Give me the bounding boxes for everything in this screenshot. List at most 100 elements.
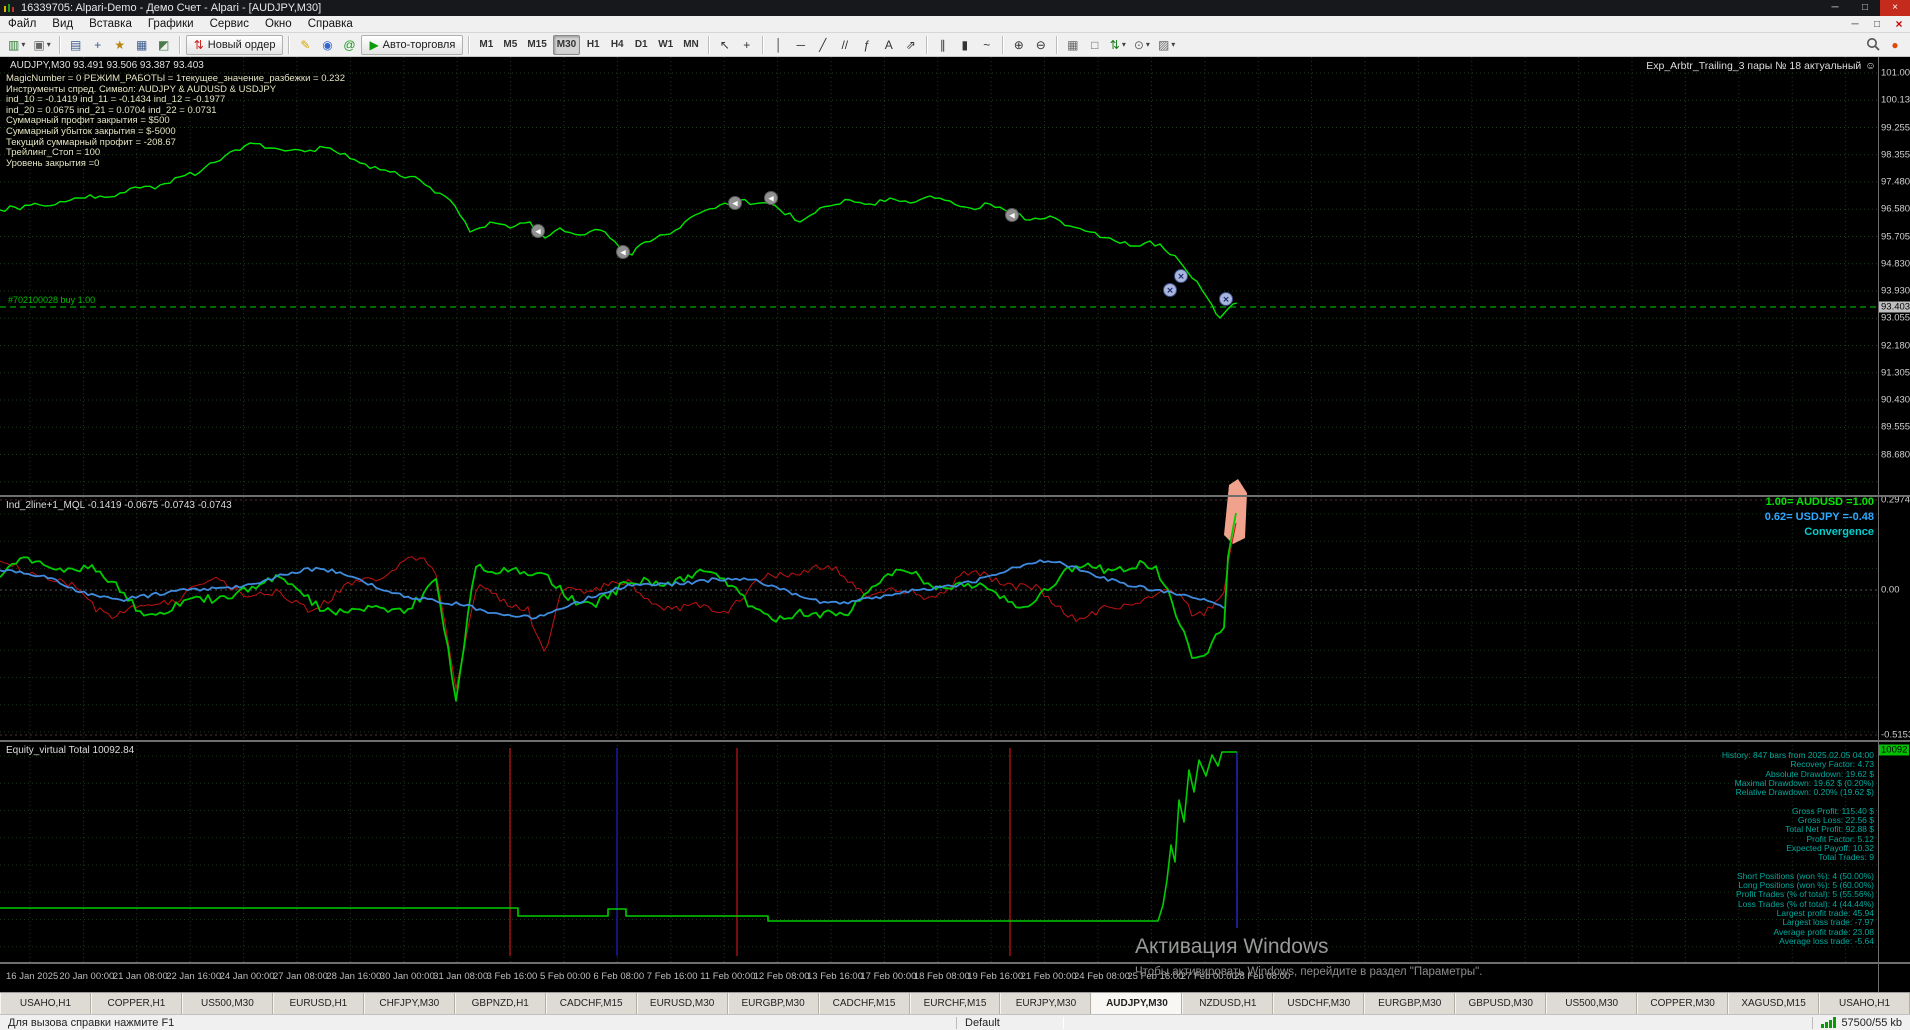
new-chart-button[interactable]: ▥ ▾ [5,35,28,55]
vertical-line-button[interactable]: │ [769,35,789,55]
price-scale[interactable]: 93.403 0.2974 0.00 -0.5153 10092 101.001… [1879,57,1910,992]
new-order-button[interactable]: ⇅ Новый ордер [185,34,284,55]
chart-tab-chfjpy-m30[interactable]: CHFJPY,M30 [363,993,455,1014]
chart-tab-usdchf-m30[interactable]: USDCHF,M30 [1273,993,1365,1014]
chart-tab-eurgbp-m30[interactable]: EURGBP,M30 [1364,993,1456,1014]
chart-restore-button[interactable]: □ [1866,19,1888,30]
periods-list-button[interactable]: ⊙ ▾ [1131,35,1153,55]
timeframe-d1-button[interactable]: D1 [630,35,652,55]
mql5-community-button[interactable]: ◉ [317,35,337,55]
navigator-button[interactable]: ★ [110,35,130,55]
chart-tab-usaho-h1[interactable]: USAHO,H1 [0,993,91,1014]
arrow-objects-button[interactable]: ⇗ [901,35,921,55]
price-scale-label: 93.930 [1881,285,1910,297]
chart-tab-cadchf-m15[interactable]: CADCHF,M15 [545,993,637,1014]
timeframe-m15-button[interactable]: M15 [523,35,550,55]
candlestick-mode-icon: ▮ [961,37,969,52]
chart-canvas[interactable]: ◀◀◀◀◀××× [0,57,1910,992]
status-profile[interactable]: Default [956,1016,1064,1029]
strategy-tester-button[interactable]: ◩ [154,35,174,55]
data-window-button[interactable]: + [88,35,108,55]
price-scale-label: 88.680 [1881,449,1910,460]
horizontal-line-button[interactable]: ─ [791,35,811,55]
timeframe-h1-button[interactable]: H1 [582,35,604,55]
menu-вид[interactable]: Вид [44,17,81,31]
chart-tab-copper-m30[interactable]: COPPER,M30 [1637,993,1729,1014]
chart-tab-eurusd-h1[interactable]: EURUSD,H1 [272,993,364,1014]
templates-dropdown-icon: ▾ [1171,40,1176,49]
crosshair-button[interactable]: + [737,35,757,55]
search-button[interactable] [1863,35,1883,55]
chart-tab-cadchf-m15[interactable]: CADCHF,M15 [818,993,910,1014]
chart-tab-gbpnzd-h1[interactable]: GBPNZD,H1 [454,993,546,1014]
maximize-button[interactable]: □ [1850,0,1880,16]
timeframe-w1-label: W1 [658,39,674,50]
timeframe-h4-button[interactable]: H4 [606,35,628,55]
chart-close-button[interactable]: × [1888,17,1910,31]
chart-tab-audjpy-m30[interactable]: AUDJPY,M30 [1091,993,1183,1014]
menu-графики[interactable]: Графики [140,17,202,31]
text-label-button[interactable]: A [879,35,899,55]
terminal-button[interactable]: ▦ [132,35,152,55]
time-label: 7 Feb 16:00 [646,971,698,982]
trendline-button[interactable]: ╱ [813,35,833,55]
chart-minimize-button[interactable]: ─ [1844,19,1866,30]
chart-window[interactable]: ◀ ◀ ◀ ◀ ◀ × × × AUDJPY,M30 93.491 93.506 93.387… [0,57,1910,992]
pane-divider[interactable] [0,740,1910,742]
chart-tab-xagusd-m15[interactable]: XAGUSD,M15 [1728,993,1820,1014]
menu-справка[interactable]: Справка [300,17,361,31]
mql5-alert-button[interactable]: ● [1885,35,1905,55]
fibonacci-retracement-button[interactable]: ƒ [857,35,877,55]
chart-tab-eurusd-m30[interactable]: EURUSD,M30 [636,993,728,1014]
close-button[interactable]: × [1880,0,1910,16]
menu-окно[interactable]: Окно [257,17,300,31]
expert-advisors-button[interactable]: @ [339,35,359,55]
timeframe-w1-button[interactable]: W1 [654,35,677,55]
menu-сервис[interactable]: Сервис [202,17,257,31]
timeframe-m1-button[interactable]: M1 [475,35,497,55]
market-watch-icon: ▤ [70,37,82,52]
templates-button[interactable]: ▨ ▾ [1155,35,1178,55]
tile-windows-button[interactable]: ▦ [1063,35,1083,55]
chart-profiles-dropdown-icon: ▾ [46,40,51,49]
chart-tab-eurjpy-m30[interactable]: EURJPY,M30 [1000,993,1092,1014]
zoom-in-button[interactable]: ⊕ [1009,35,1029,55]
chart-tab-eurgbp-m30[interactable]: EURGBP,M30 [727,993,819,1014]
candlestick-mode-button[interactable]: ▮ [955,35,975,55]
equidistant-channel-button[interactable]: // [835,35,855,55]
timeframe-mn-button[interactable]: MN [679,35,703,55]
chart-tab-us500-m30[interactable]: US500,M30 [1546,993,1638,1014]
indicators-list-button[interactable]: ⇅ ▾ [1107,35,1129,55]
new-order-label: Новый ордер [207,38,276,51]
autotrading-button[interactable]: ▶ Авто-торговля [361,34,464,55]
time-label: 6 Feb 08:00 [593,971,645,982]
chart-tab-nzdusd-h1[interactable]: NZDUSD,H1 [1182,993,1274,1014]
pane-divider[interactable] [0,495,1910,497]
toolbar-separator [1055,35,1058,54]
menu-вставка[interactable]: Вставка [81,17,140,31]
arrange-icons-button[interactable]: □ [1085,35,1105,55]
chart-tab-us500-m30[interactable]: US500,M30 [181,993,273,1014]
chart-tab-eurchf-m15[interactable]: EURCHF,M15 [909,993,1001,1014]
market-watch-button[interactable]: ▤ [66,35,86,55]
comment-line: Суммарный убыток закрытия = $-5000 [6,125,176,137]
menu-файл[interactable]: Файл [0,17,44,31]
bar-chart-mode-button[interactable]: ∥ [933,35,953,55]
minimize-button[interactable]: ─ [1820,0,1850,16]
axis-divider [0,962,1910,964]
zoom-out-button[interactable]: ⊖ [1031,35,1051,55]
chart-tab-gbpusd-m30[interactable]: GBPUSD,M30 [1455,993,1547,1014]
chart-profiles-button[interactable]: ▣ ▾ [30,35,53,55]
line-chart-mode-button[interactable]: ~ [977,35,997,55]
mql5-alert-icon: ● [1891,37,1899,52]
chart-tab-usaho-h1[interactable]: USAHO,H1 [1819,993,1910,1014]
timeframe-m5-button[interactable]: M5 [499,35,521,55]
metaeditor-button[interactable]: ✎ [295,35,315,55]
strategy-tester-icon: ◩ [158,37,170,52]
chart-tab-copper-h1[interactable]: COPPER,H1 [90,993,182,1014]
timeframe-m30-button[interactable]: M30 [552,34,581,55]
time-axis[interactable]: 16 Jan 2025 20 Jan 00:00 21 Jan 08:00 22 Ja… [0,964,1878,992]
cursor-button[interactable]: ↖ [715,35,735,55]
windows-activation-watermark: Активация Windows Чтобы активировать Win… [1135,935,1482,978]
expert-advisors-icon: @ [343,37,356,52]
